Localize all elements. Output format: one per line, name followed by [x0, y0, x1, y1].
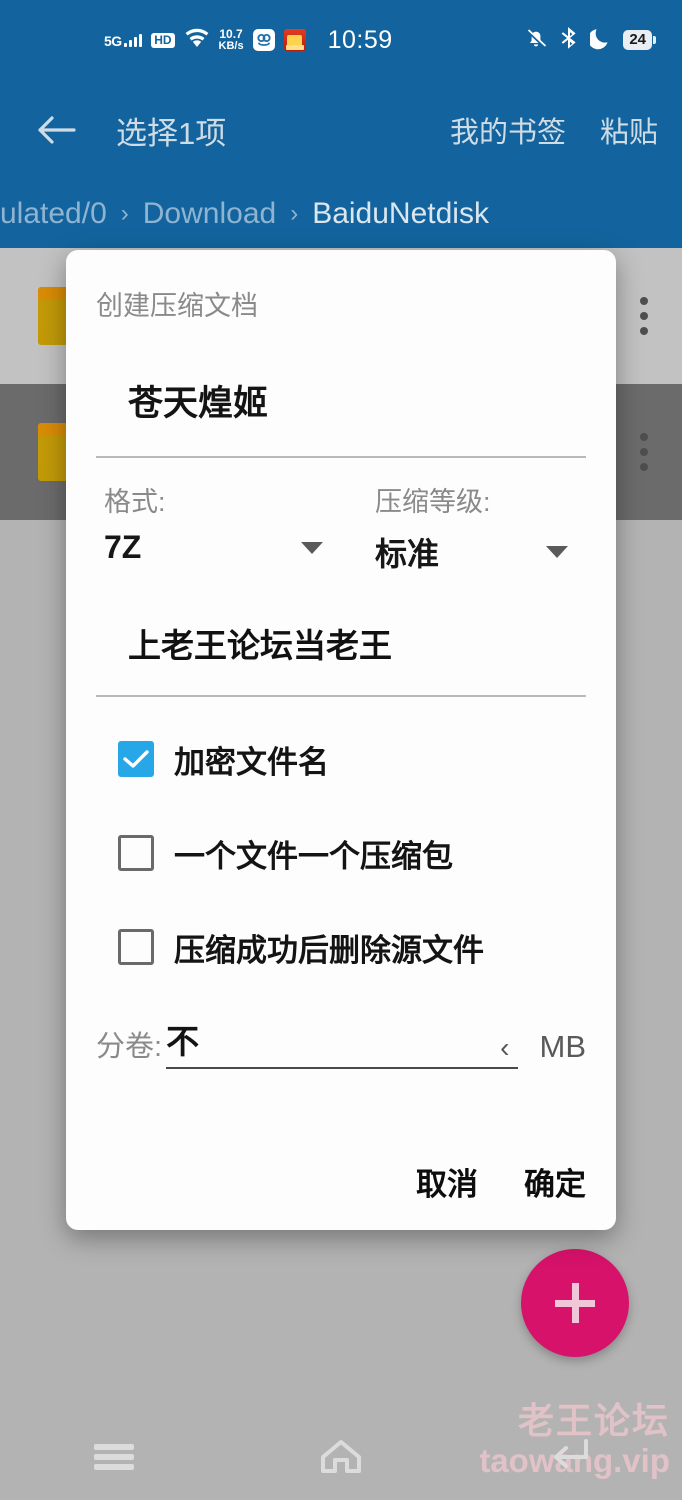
- breadcrumb-item-baidunetdisk[interactable]: BaiduNetdisk: [312, 197, 489, 231]
- app-bar-actions: 我的书签 粘贴: [450, 109, 658, 151]
- format-field: 格式: 7Z: [96, 480, 341, 575]
- data-rate-icon: 10.7 KB/s: [219, 28, 244, 52]
- breadcrumb-separator-icon: ›: [120, 200, 129, 227]
- paste-button[interactable]: 粘贴: [600, 109, 658, 151]
- dialog-title: 创建压缩文档: [96, 291, 258, 321]
- checkbox-row-one-archive-per-file[interactable]: 一个文件一个压缩包: [118, 821, 586, 885]
- home-icon[interactable]: [301, 1429, 381, 1485]
- data-rate-value: 10.7: [219, 27, 243, 41]
- divider: [96, 456, 586, 458]
- options-list: 加密文件名 一个文件一个压缩包 压缩成功后删除源文件: [96, 727, 586, 979]
- compression-level-field: 压缩等级: 标准: [341, 480, 586, 575]
- split-volume-unit: MB: [539, 1029, 587, 1064]
- more-vertical-icon[interactable]: [640, 297, 648, 335]
- back-arrow-icon[interactable]: [36, 110, 76, 150]
- format-value: 7Z: [104, 529, 142, 565]
- compression-level-value: 标准: [375, 536, 440, 572]
- plus-icon: [571, 1283, 579, 1323]
- add-button[interactable]: [521, 1249, 629, 1357]
- checkbox-one-archive-per-file[interactable]: [118, 835, 154, 871]
- status-bar: 5G HD 10.7 KB/s 10:59 24: [0, 0, 682, 80]
- battery-icon: 24: [623, 30, 656, 50]
- split-volume-input[interactable]: 不 ‹: [166, 1015, 518, 1069]
- signal-bars-icon: 5G: [104, 33, 143, 49]
- recents-hamburger-icon[interactable]: [74, 1429, 154, 1485]
- create-archive-dialog: 创建压缩文档 苍天煌姬 格式: 7Z 压缩等级: 标准 上老王论坛当老王 加密文…: [66, 250, 616, 1230]
- split-volume-row: 分卷: 不 ‹ MB: [96, 1015, 586, 1069]
- archive-name-input[interactable]: 苍天煌姬: [128, 375, 586, 426]
- checkbox-encrypt-filenames[interactable]: [118, 741, 154, 777]
- checkbox-row-delete-source[interactable]: 压缩成功后删除源文件: [118, 915, 586, 979]
- compression-level-label: 压缩等级:: [375, 487, 491, 517]
- red-app-icon: [283, 29, 306, 51]
- split-volume-label: 分卷:: [96, 1031, 163, 1063]
- divider: [96, 695, 586, 697]
- confirm-button[interactable]: 确定: [524, 1159, 586, 1204]
- my-bookmarks-button[interactable]: 我的书签: [450, 109, 566, 151]
- mute-bell-icon: [524, 26, 548, 55]
- cancel-button[interactable]: 取消: [416, 1159, 478, 1204]
- compression-level-dropdown[interactable]: 标准: [341, 529, 586, 575]
- checkbox-delete-source[interactable]: [118, 929, 154, 965]
- checkbox-label: 一个文件一个压缩包: [174, 838, 453, 874]
- status-bar-right-icons: 24: [524, 26, 656, 55]
- checkbox-label: 压缩成功后删除源文件: [174, 932, 484, 968]
- system-nav-bar: [0, 1414, 682, 1500]
- chevron-down-icon: [546, 546, 568, 558]
- back-icon[interactable]: [528, 1429, 608, 1485]
- app-icon: [252, 29, 275, 51]
- app-bar: 选择1项 我的书签 粘贴: [0, 80, 682, 180]
- password-input[interactable]: 上老王论坛当老王: [128, 619, 586, 667]
- page-title: 选择1项: [116, 115, 227, 151]
- chevron-down-icon: [301, 541, 323, 554]
- hd-icon: HD: [151, 32, 175, 48]
- checkbox-row-encrypt-filenames[interactable]: 加密文件名: [118, 727, 586, 791]
- breadcrumb: ulated/0 › Download › BaiduNetdisk: [0, 180, 682, 248]
- dialog-actions: 取消 确定: [416, 1159, 586, 1204]
- network-type-label: 5G: [104, 33, 122, 49]
- data-rate-unit: KB/s: [218, 40, 244, 52]
- status-bar-left-icons: 5G HD 10.7 KB/s: [104, 28, 306, 53]
- format-and-level-row: 格式: 7Z 压缩等级: 标准: [96, 480, 586, 575]
- format-dropdown[interactable]: 7Z: [96, 529, 341, 566]
- do-not-disturb-moon-icon: [588, 26, 612, 55]
- more-vertical-icon[interactable]: [640, 433, 648, 471]
- bluetooth-icon: [559, 26, 579, 55]
- breadcrumb-separator-icon: ›: [290, 200, 299, 227]
- breadcrumb-item-storage[interactable]: ulated/0: [0, 197, 107, 231]
- checkbox-label: 加密文件名: [174, 744, 329, 780]
- breadcrumb-item-download[interactable]: Download: [143, 197, 276, 231]
- clock: 10:59: [327, 25, 393, 54]
- split-volume-value: 不: [166, 1023, 200, 1060]
- chevron-left-icon[interactable]: ‹: [500, 1033, 517, 1063]
- format-label: 格式:: [104, 487, 166, 517]
- wifi-icon: [184, 28, 210, 53]
